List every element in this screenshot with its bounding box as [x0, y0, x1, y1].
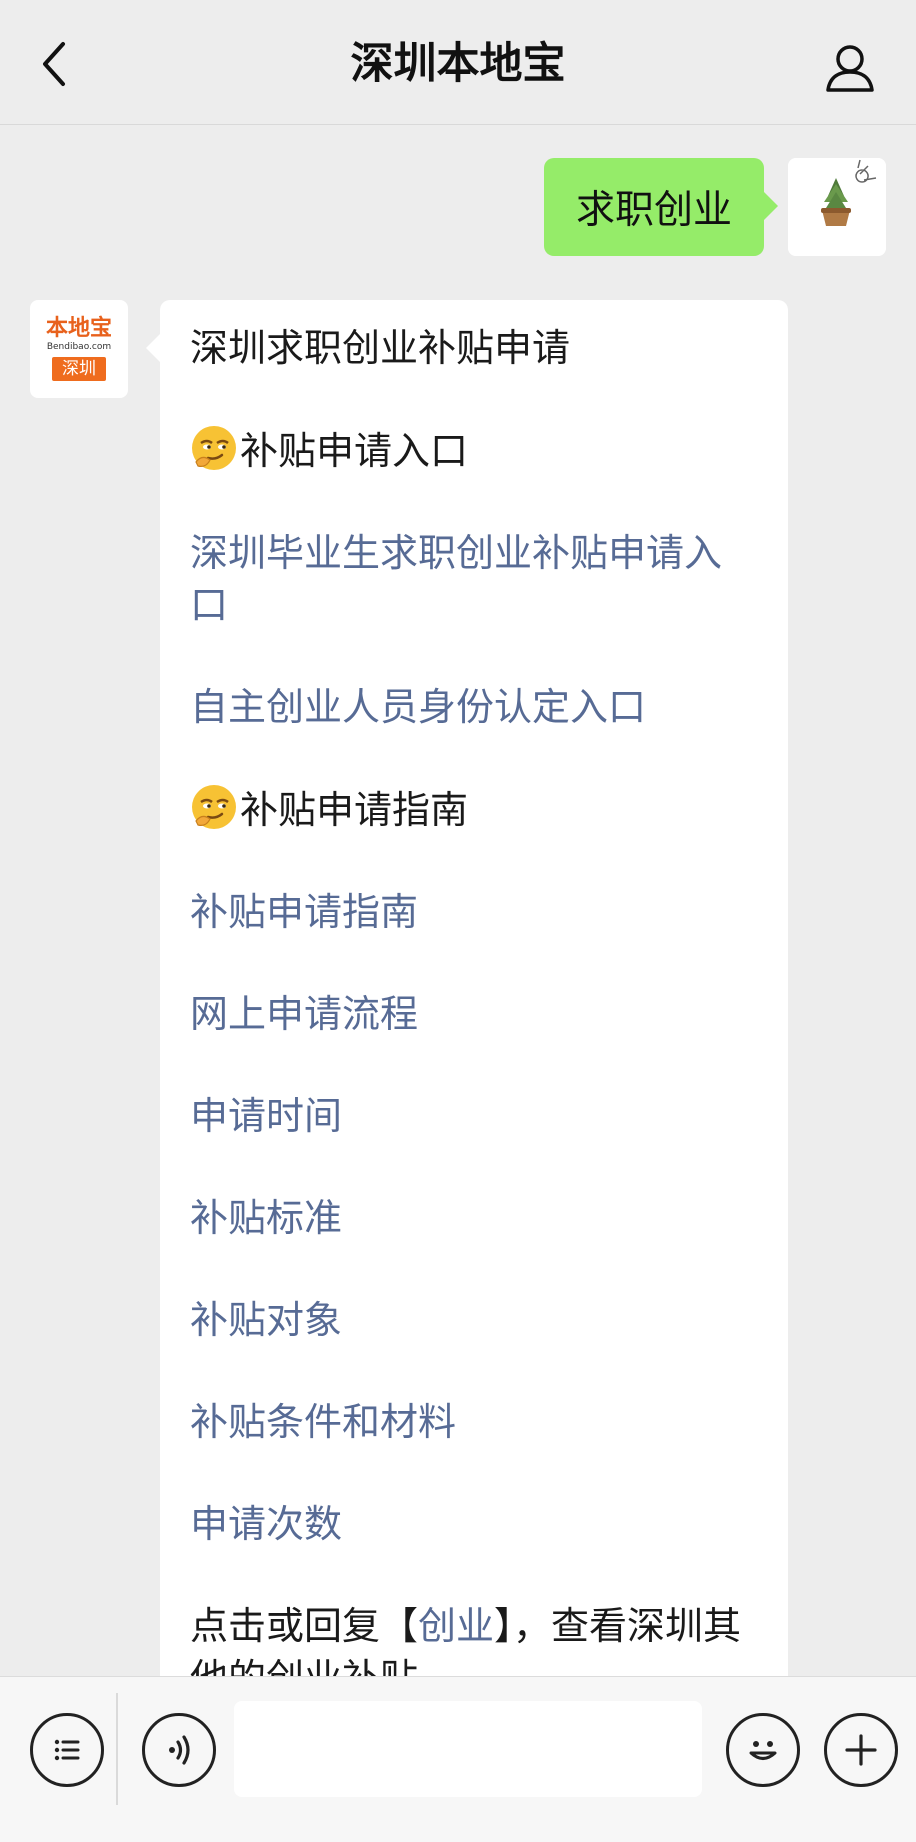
- account-avatar[interactable]: 本地宝 Bendibao.com 深圳: [30, 300, 128, 398]
- reply-hint: 点击或回复【创业】，查看深圳其他的创业补贴: [190, 1600, 758, 1676]
- sent-message-text: 求职创业: [575, 188, 732, 233]
- chat-header: 深圳本地宝: [0, 0, 916, 125]
- link-subsidy-standard[interactable]: 补贴标准: [190, 1192, 758, 1244]
- link-application-time[interactable]: 申请时间: [190, 1090, 758, 1142]
- input-toolbar: [0, 1676, 916, 1842]
- link-subsidy-target[interactable]: 补贴对象: [190, 1294, 758, 1346]
- plus-button[interactable]: [824, 1713, 898, 1787]
- profile-button[interactable]: [824, 42, 876, 94]
- sent-message-bubble[interactable]: 求职创业: [543, 158, 779, 256]
- link-subsidy-guide[interactable]: 补贴申请指南: [190, 886, 758, 938]
- logo-subtext: Bendibao.com: [46, 342, 112, 352]
- voice-button[interactable]: [142, 1713, 216, 1787]
- plus-icon: [845, 1734, 877, 1766]
- logo-city: 深圳: [52, 357, 106, 381]
- reply-hint-before: 点击或回复【: [190, 1604, 419, 1648]
- message-title: 深圳求职创业补贴申请: [190, 326, 571, 370]
- link-graduate-subsidy-entry[interactable]: 深圳毕业生求职创业补贴申请入口: [190, 527, 758, 631]
- page-title: 深圳本地宝: [350, 39, 566, 89]
- message-input[interactable]: [234, 1701, 702, 1797]
- menu-icon: [54, 1739, 80, 1761]
- link-self-employed-identity-entry[interactable]: 自主创业人员身份认定入口: [190, 681, 758, 733]
- emoji-button[interactable]: [726, 1713, 800, 1787]
- heading-text: 补贴申请指南: [240, 788, 469, 832]
- potted-plant-avatar-icon: [788, 158, 886, 256]
- voice-icon: [169, 1735, 190, 1765]
- heading-text: 补贴申请入口: [240, 429, 469, 473]
- menu-button[interactable]: [30, 1713, 104, 1787]
- smirk-face-icon: [192, 785, 236, 829]
- chat-area[interactable]: 求职创业 本地宝 Bendibao.com 深圳 深圳求职创业补贴申请 补贴申请…: [0, 124, 916, 1676]
- toolbar-divider: [116, 1693, 118, 1805]
- smirk-face-icon: [192, 426, 236, 470]
- person-icon: [826, 45, 874, 92]
- received-message-bubble: 深圳求职创业补贴申请 补贴申请入口 深圳毕业生求职创业补贴申请入口 自主创业人员…: [146, 300, 788, 1676]
- link-conditions-materials[interactable]: 补贴条件和材料: [190, 1396, 758, 1448]
- link-application-count[interactable]: 申请次数: [190, 1498, 758, 1550]
- section-heading-entry: 补贴申请入口: [190, 424, 758, 477]
- section-heading-guide: 补贴申请指南: [190, 783, 758, 836]
- logo-text: 本地宝: [45, 316, 112, 341]
- keyword-link[interactable]: 创业: [418, 1604, 494, 1648]
- my-avatar[interactable]: [788, 158, 886, 256]
- emoji-icon: [749, 1741, 777, 1760]
- link-online-process[interactable]: 网上申请流程: [190, 988, 758, 1040]
